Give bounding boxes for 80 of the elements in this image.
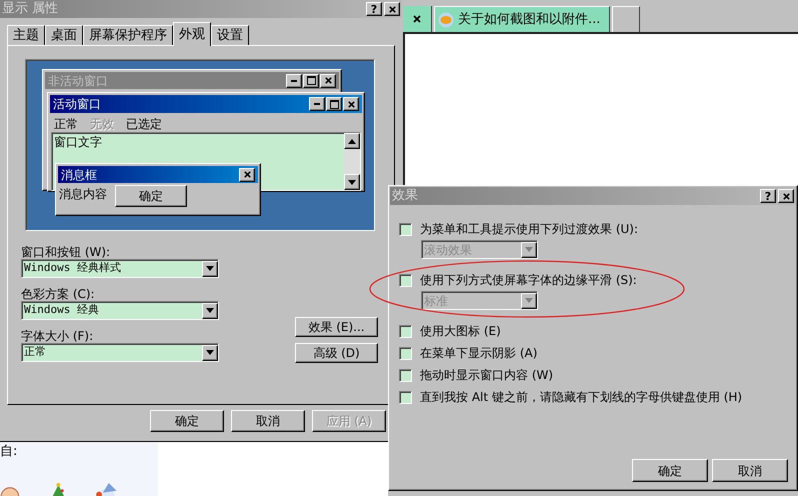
- chat-bubble-icon: [438, 12, 454, 28]
- checkbox[interactable]: [399, 222, 412, 236]
- ok-button[interactable]: 确定: [115, 185, 187, 207]
- down-arrow-icon: [525, 247, 533, 252]
- close-icon: [782, 192, 790, 200]
- checkbox[interactable]: [399, 324, 412, 338]
- field-label: 窗口和按钮 (W):: [21, 244, 112, 259]
- dropdown[interactable]: Windows 经典样式: [21, 259, 219, 278]
- tab[interactable]: 设置: [211, 25, 249, 45]
- option-label: 为菜单和工具提示使用下列过渡效果 (U):: [420, 221, 638, 238]
- scroll-up-button[interactable]: [344, 133, 360, 149]
- dropdown-value: Windows 经典样式: [23, 260, 122, 276]
- window-text: 窗口文字: [53, 134, 103, 151]
- dialog-button[interactable]: 效果 (E)...: [295, 317, 378, 337]
- close-button[interactable]: [778, 189, 794, 203]
- checkbox[interactable]: [399, 390, 412, 404]
- close-tab-button[interactable]: [403, 6, 432, 32]
- tab[interactable]: 桌面: [45, 25, 83, 45]
- maximize-icon: [306, 76, 316, 85]
- up-arrow-icon: [348, 138, 356, 144]
- minimize-icon: [291, 80, 297, 82]
- maximize-button[interactable]: [326, 97, 342, 111]
- checkbox[interactable]: [399, 368, 412, 382]
- dropdown-button[interactable]: [202, 302, 218, 318]
- dialog-button[interactable]: 确定: [150, 410, 224, 432]
- option-label: 使用下列方式使屏幕字体的边缘平滑 (S):: [420, 272, 637, 289]
- window-title: 非活动窗口: [48, 72, 109, 90]
- down-arrow-icon: [525, 298, 533, 303]
- minimize-button[interactable]: [286, 74, 302, 88]
- option-label: 拖动时显示窗口内容 (W): [420, 367, 554, 384]
- dialog-button[interactable]: 确定: [632, 459, 708, 482]
- menu-item[interactable]: 正常: [54, 114, 78, 132]
- panel-label: 自:: [0, 443, 18, 461]
- close-icon: [242, 170, 252, 179]
- close-icon: [388, 4, 396, 14]
- help-button[interactable]: ?: [760, 189, 776, 203]
- window-title: 效果: [392, 187, 419, 206]
- dropdown-button[interactable]: [202, 344, 218, 360]
- tab[interactable]: 外观: [173, 22, 211, 46]
- dropdown[interactable]: Windows 经典: [21, 301, 219, 320]
- scroll-down-button[interactable]: [344, 174, 360, 190]
- dropdown-value: 正常: [23, 344, 47, 360]
- close-button[interactable]: [384, 2, 400, 16]
- maximize-button[interactable]: [303, 74, 319, 88]
- down-arrow-icon: [206, 350, 214, 355]
- window-title: 消息框: [61, 166, 98, 184]
- field-label: 字体大小 (F):: [21, 328, 94, 343]
- close-button[interactable]: [343, 97, 359, 111]
- dropdown-value: Windows 经典: [23, 302, 100, 318]
- message-text: 消息内容: [59, 186, 107, 203]
- down-arrow-icon: [206, 266, 214, 271]
- empty-tab[interactable]: [612, 6, 640, 32]
- option-label: 直到我按 Alt 键之前，请隐藏有下划线的字母供键盘使用 (H): [420, 389, 742, 406]
- minimize-icon: [314, 103, 320, 105]
- help-button[interactable]: ?: [366, 2, 382, 16]
- close-button[interactable]: [239, 168, 255, 182]
- close-button[interactable]: [320, 74, 336, 88]
- window-title: 活动窗口: [53, 96, 102, 113]
- tab[interactable]: 屏幕保护程序: [83, 25, 173, 45]
- close-icon: [412, 14, 422, 24]
- window-title: 显示 属性: [2, 0, 60, 18]
- maximize-icon: [330, 100, 338, 108]
- checkbox[interactable]: [399, 346, 412, 360]
- dialog-button[interactable]: 取消: [231, 410, 305, 432]
- option-label: 在菜单下显示阴影 (A): [420, 345, 538, 362]
- browser-tab[interactable]: 关于如何截图和以附件...: [434, 6, 610, 32]
- checkbox[interactable]: [399, 274, 412, 286]
- close-icon: [324, 76, 332, 85]
- dropdown-button[interactable]: [202, 260, 218, 276]
- tab[interactable]: 主题: [7, 25, 45, 45]
- dialog-button[interactable]: 高级 (D): [295, 343, 378, 363]
- menu-item[interactable]: 已选定: [126, 114, 162, 132]
- down-arrow-icon: [206, 308, 214, 313]
- close-icon: [346, 100, 356, 108]
- down-arrow-icon: [348, 180, 356, 184]
- dropdown[interactable]: 正常: [21, 343, 219, 362]
- minimize-button[interactable]: [309, 97, 325, 111]
- option-label: 使用大图标 (E): [420, 323, 501, 340]
- field-label: 色彩方案 (C):: [21, 286, 96, 301]
- dialog-button[interactable]: 取消: [712, 459, 788, 482]
